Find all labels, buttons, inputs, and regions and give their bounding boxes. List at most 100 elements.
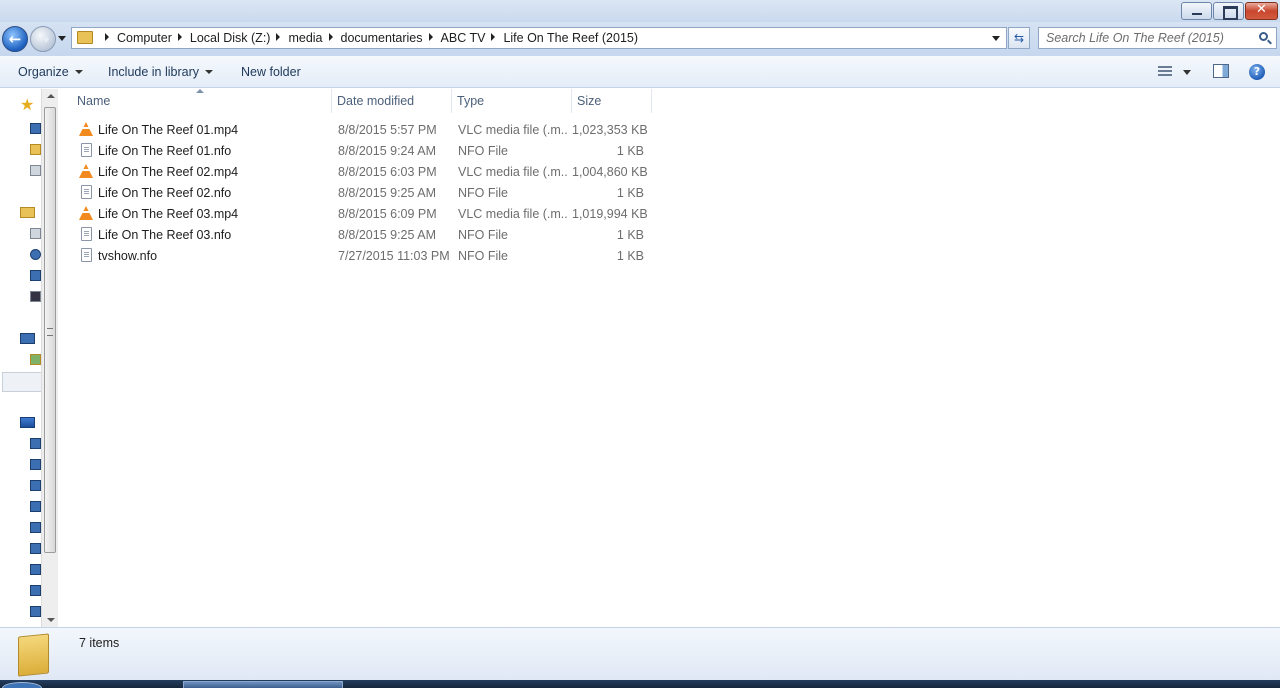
- file-name: tvshow.nfo: [98, 249, 158, 263]
- file-row[interactable]: Life On The Reef 02.nfo 8/8/2015 9:25 AM N…: [72, 182, 652, 203]
- file-type: NFO File: [458, 144, 508, 158]
- command-bar: Organize Include in library New folder ?: [0, 56, 1280, 88]
- forward-button[interactable]: →: [30, 26, 56, 52]
- file-date-modified: 8/8/2015 9:25 AM: [338, 186, 436, 200]
- include-in-library-label: Include in library: [108, 65, 200, 79]
- file-row[interactable]: Life On The Reef 01.nfo 8/8/2015 9:24 AM N…: [72, 140, 652, 161]
- help-icon[interactable]: ?: [1249, 64, 1265, 80]
- file-row[interactable]: Life On The Reef 01.mp4 8/8/2015 5:57 PM V…: [72, 119, 652, 140]
- column-headers: Name Date modified Type Size: [72, 89, 652, 113]
- breadcrumb-separator-icon[interactable]: [328, 33, 333, 41]
- change-view-icon[interactable]: [1158, 66, 1172, 77]
- search-box[interactable]: [1038, 27, 1277, 49]
- view-options-dropdown-icon[interactable]: [1183, 70, 1191, 75]
- breadcrumb-item[interactable]: Computer: [117, 31, 172, 45]
- start-button[interactable]: [2, 682, 42, 688]
- column-header-date-modified[interactable]: Date modified: [332, 89, 452, 113]
- network-computer-icon[interactable]: [30, 585, 41, 596]
- file-size: 1,023,353 KB: [572, 123, 648, 137]
- network-icon[interactable]: [20, 417, 35, 428]
- column-header-size[interactable]: Size: [572, 89, 652, 113]
- downloads-folder-icon[interactable]: [30, 144, 41, 155]
- documents-library-icon[interactable]: [30, 228, 41, 239]
- music-library-icon[interactable]: [30, 249, 41, 260]
- file-name: Life On The Reef 02.nfo: [98, 186, 232, 200]
- breadcrumb-separator-icon[interactable]: [177, 33, 182, 41]
- network-computer-icon[interactable]: [30, 480, 41, 491]
- recent-places-icon[interactable]: [30, 165, 41, 176]
- item-count: 7 items: [79, 636, 120, 650]
- preview-pane-icon[interactable]: [1213, 64, 1229, 78]
- file-size: 1 KB: [616, 228, 644, 242]
- breadcrumb-item[interactable]: Life On The Reef (2015): [503, 31, 638, 45]
- computer-icon[interactable]: [20, 333, 35, 344]
- network-computer-icon[interactable]: [30, 543, 41, 554]
- file-type: NFO File: [458, 186, 508, 200]
- scroll-down-icon[interactable]: [47, 618, 55, 622]
- network-computer-icon[interactable]: [30, 459, 41, 470]
- desktop-icon[interactable]: [30, 123, 41, 134]
- network-computer-icon[interactable]: [30, 438, 41, 449]
- search-icon[interactable]: [1259, 32, 1268, 41]
- taskbar-explorer-button[interactable]: [183, 681, 343, 688]
- file-date-modified: 8/8/2015 9:25 AM: [338, 228, 436, 242]
- file-date-modified: 8/8/2015 6:03 PM: [338, 165, 437, 179]
- organize-button[interactable]: Organize: [18, 65, 83, 79]
- breadcrumb-item[interactable]: ABC TV: [441, 31, 486, 45]
- drive-icon[interactable]: [30, 354, 41, 365]
- scroll-up-icon[interactable]: [47, 94, 55, 98]
- selected-drive-item[interactable]: [2, 372, 41, 392]
- network-computer-icon[interactable]: [30, 606, 41, 617]
- file-name: Life On The Reef 01.nfo: [98, 144, 232, 158]
- network-computer-icon[interactable]: [30, 522, 41, 533]
- pictures-library-icon[interactable]: [30, 270, 41, 281]
- file-name: Life On The Reef 03.mp4: [98, 207, 239, 221]
- navigation-pane: ★: [0, 89, 41, 627]
- breadcrumb-item[interactable]: Local Disk (Z:): [190, 31, 271, 45]
- details-pane: 7 items: [0, 627, 1280, 680]
- navigation-scrollbar[interactable]: [41, 89, 58, 627]
- new-folder-button[interactable]: New folder: [241, 65, 301, 79]
- file-row[interactable]: Life On The Reef 03.mp4 8/8/2015 6:09 PM V…: [72, 203, 652, 224]
- file-row[interactable]: tvshow.nfo 7/27/2015 11:03 PM NFO File 1 KB: [72, 245, 652, 266]
- breadcrumb-separator-icon[interactable]: [428, 33, 433, 41]
- recent-pages-dropdown-icon[interactable]: [58, 36, 66, 41]
- file-type: NFO File: [458, 228, 508, 242]
- scrollbar-thumb[interactable]: [44, 107, 56, 553]
- network-computer-icon[interactable]: [30, 501, 41, 512]
- file-size: 1 KB: [616, 144, 644, 158]
- breadcrumb-item[interactable]: media: [288, 31, 322, 45]
- search-input[interactable]: [1039, 28, 1251, 48]
- maximize-button[interactable]: [1213, 2, 1244, 20]
- folder-icon: [18, 633, 49, 677]
- breadcrumb-separator-icon[interactable]: [105, 33, 109, 41]
- file-date-modified: 7/27/2015 11:03 PM: [338, 249, 450, 263]
- file-row[interactable]: Life On The Reef 03.nfo 8/8/2015 9:25 AM N…: [72, 224, 652, 245]
- file-type: VLC media file (.m...: [458, 165, 568, 179]
- vlc-icon: [79, 122, 93, 136]
- chevron-down-icon: [74, 70, 83, 74]
- nfo-file-icon: [81, 248, 92, 262]
- address-bar[interactable]: Computer Local Disk (Z:) media documentarie…: [71, 27, 1007, 49]
- network-computer-icon[interactable]: [30, 564, 41, 575]
- breadcrumb-item[interactable]: documentaries: [341, 31, 423, 45]
- file-list: Name Date modified Type Size Life On The…: [58, 89, 1280, 627]
- refresh-button[interactable]: ⇆: [1008, 27, 1030, 49]
- column-header-type[interactable]: Type: [452, 89, 572, 113]
- favorites-star-icon[interactable]: ★: [20, 97, 36, 113]
- address-dropdown-icon[interactable]: [992, 36, 1000, 41]
- include-in-library-button[interactable]: Include in library: [108, 65, 214, 79]
- file-date-modified: 8/8/2015 6:09 PM: [338, 207, 437, 221]
- file-row[interactable]: Life On The Reef 02.mp4 8/8/2015 6:03 PM V…: [72, 161, 652, 182]
- breadcrumb-separator-icon[interactable]: [491, 33, 496, 41]
- breadcrumb-separator-icon[interactable]: [276, 33, 281, 41]
- videos-library-icon[interactable]: [30, 291, 41, 302]
- chevron-down-icon: [205, 70, 214, 74]
- file-type: VLC media file (.m...: [458, 123, 568, 137]
- close-button[interactable]: ✕: [1245, 2, 1278, 20]
- minimize-button[interactable]: [1181, 2, 1212, 20]
- taskbar: [0, 680, 1280, 688]
- back-button[interactable]: ←: [2, 26, 28, 52]
- libraries-icon[interactable]: [20, 207, 35, 218]
- back-arrow-icon: ←: [8, 30, 22, 48]
